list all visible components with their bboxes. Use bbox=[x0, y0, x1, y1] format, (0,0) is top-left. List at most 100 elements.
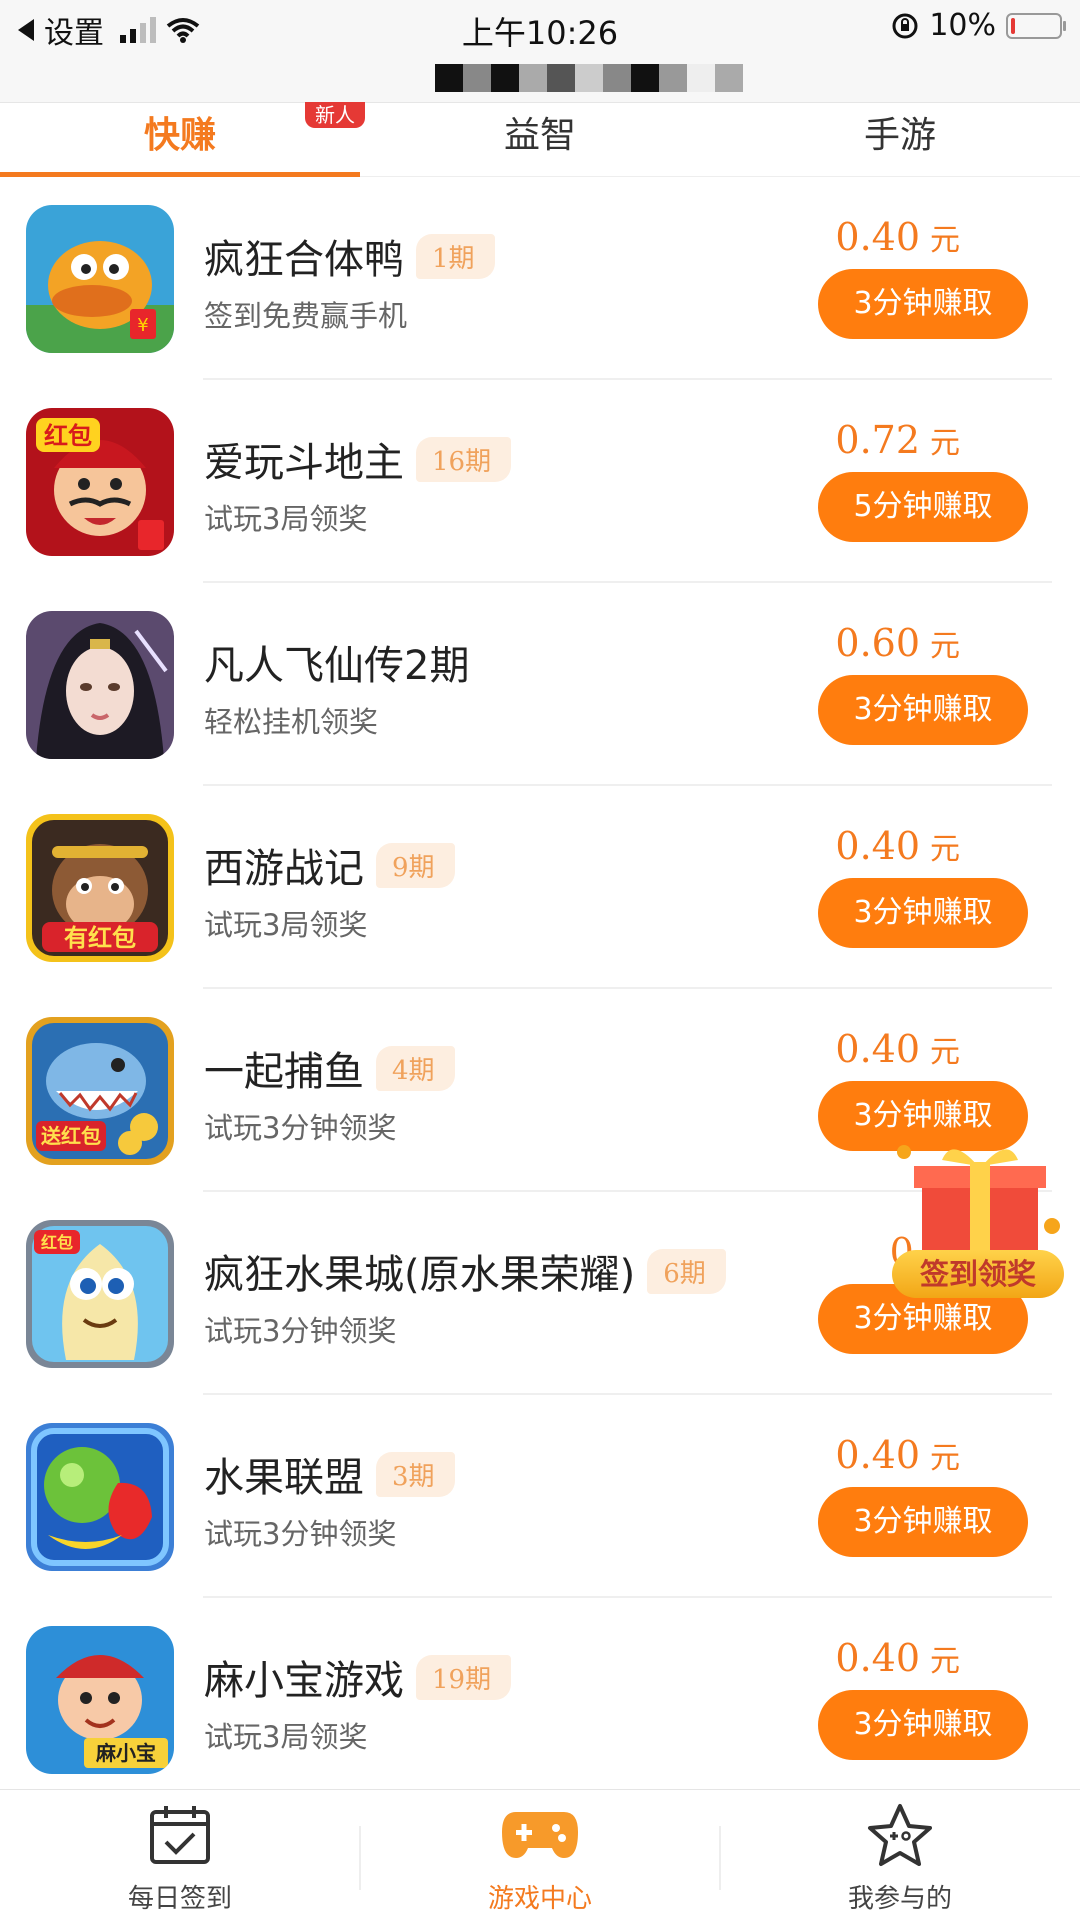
shark-icon[interactable]: 送红包 bbox=[26, 1017, 174, 1165]
url-bar bbox=[0, 60, 1080, 103]
sign-in-gift[interactable]: 签到领奖 bbox=[892, 1138, 1064, 1298]
period-badge: 9期 bbox=[376, 842, 455, 888]
nav-game-center[interactable]: 游戏中心 bbox=[360, 1790, 720, 1921]
game-title-row: 疯狂合体鸭 1期 bbox=[204, 227, 495, 285]
price-value: 0.72 bbox=[835, 418, 920, 462]
duck-icon[interactable]: ¥ bbox=[26, 205, 174, 353]
fairy-icon[interactable] bbox=[26, 611, 174, 759]
tab-label: 快赚 bbox=[143, 115, 216, 156]
price-value: 0.40 bbox=[835, 1636, 920, 1680]
mahjong-icon[interactable]: 麻小宝 bbox=[26, 1626, 174, 1774]
price-value: 0.40 bbox=[835, 1433, 920, 1477]
game-name: 西游战记 bbox=[204, 846, 364, 892]
game-description: 试玩3局领奖 bbox=[204, 908, 368, 942]
calendar-check-icon bbox=[150, 1806, 210, 1864]
reward-price: 0.60 元 bbox=[835, 621, 960, 665]
fruit-league-icon[interactable] bbox=[26, 1423, 174, 1571]
game-item[interactable]: ¥ 疯狂合体鸭 1期 签到免费赢手机 0.40 元 3分钟赚取 bbox=[0, 177, 1080, 380]
nav-my-participation[interactable]: 我参与的 bbox=[720, 1790, 1080, 1921]
game-description: 试玩3局领奖 bbox=[204, 1720, 368, 1754]
nav-label: 我参与的 bbox=[847, 1884, 952, 1914]
game-title-row: 一起捕鱼 4期 bbox=[204, 1039, 455, 1097]
game-title-row: 西游战记 9期 bbox=[204, 836, 455, 894]
earn-button[interactable]: 3分钟赚取 bbox=[818, 675, 1028, 745]
game-name: 爱玩斗地主 bbox=[204, 440, 404, 486]
game-item[interactable]: 有红包 西游战记 9期 试玩3局领奖 0.40 元 3分钟赚取 bbox=[0, 786, 1080, 989]
price-value: 0.40 bbox=[835, 215, 920, 259]
game-name: 水果联盟 bbox=[204, 1455, 364, 1501]
price-value: 0.40 bbox=[835, 824, 920, 868]
svg-text:¥: ¥ bbox=[137, 315, 148, 336]
svg-text:红包: 红包 bbox=[41, 1233, 73, 1252]
reward-price: 0.72 元 bbox=[835, 418, 960, 462]
gamepad-icon bbox=[502, 1812, 578, 1858]
tab-yizhi[interactable]: 益智 bbox=[360, 102, 720, 176]
price-unit: 元 bbox=[930, 832, 960, 867]
tab-label: 益智 bbox=[503, 115, 576, 156]
game-title-row: 疯狂水果城(原水果荣耀) 6期 bbox=[204, 1242, 726, 1300]
price-unit: 元 bbox=[930, 1644, 960, 1679]
tab-shouyou[interactable]: 手游 bbox=[720, 102, 1080, 176]
game-name: 凡人飞仙传2期 bbox=[204, 643, 470, 689]
svg-text:有红包: 有红包 bbox=[64, 924, 136, 952]
gift-label[interactable]: 签到领奖 bbox=[892, 1250, 1064, 1298]
gift-icon[interactable] bbox=[892, 1138, 1064, 1268]
price-unit: 元 bbox=[930, 1035, 960, 1070]
earn-button[interactable]: 3分钟赚取 bbox=[818, 1487, 1028, 1557]
game-title-row: 水果联盟 3期 bbox=[204, 1445, 455, 1503]
tab-bar: 快赚 新人 益智 手游 bbox=[0, 102, 1080, 177]
period-badge: 4期 bbox=[376, 1045, 455, 1091]
price-unit: 元 bbox=[930, 1441, 960, 1476]
svg-text:红包: 红包 bbox=[44, 422, 92, 450]
svg-text:麻小宝: 麻小宝 bbox=[95, 1741, 156, 1765]
tab-label: 手游 bbox=[863, 115, 936, 156]
game-name: 麻小宝游戏 bbox=[204, 1658, 404, 1704]
game-description: 试玩3分钟领奖 bbox=[204, 1111, 397, 1145]
reward-price: 0.40 元 bbox=[835, 824, 960, 868]
rotation-lock-icon bbox=[892, 13, 918, 38]
game-title-row: 爱玩斗地主 16期 bbox=[204, 430, 512, 488]
status-bar: 设置 上午10:26 10% bbox=[0, 0, 1080, 60]
svg-text:送红包: 送红包 bbox=[41, 1124, 101, 1148]
game-item[interactable]: 凡人飞仙传2期 轻松挂机领奖 0.60 元 3分钟赚取 bbox=[0, 583, 1080, 786]
period-badge: 6期 bbox=[647, 1248, 726, 1294]
price-unit: 元 bbox=[930, 426, 960, 461]
game-item[interactable]: 麻小宝 麻小宝游戏 19期 试玩3局领奖 0.40 元 3分钟赚取 bbox=[0, 1598, 1080, 1801]
price-value: 0.60 bbox=[835, 621, 920, 665]
nav-daily-signin[interactable]: 每日签到 bbox=[0, 1790, 360, 1921]
earn-button[interactable]: 3分钟赚取 bbox=[818, 269, 1028, 339]
game-description: 轻松挂机领奖 bbox=[204, 705, 379, 739]
earn-button[interactable]: 3分钟赚取 bbox=[818, 878, 1028, 948]
price-unit: 元 bbox=[930, 629, 960, 664]
game-name: 疯狂水果城(原水果荣耀) bbox=[204, 1252, 636, 1298]
period-badge: 1期 bbox=[416, 233, 495, 279]
battery-percent: 10% bbox=[929, 8, 996, 43]
earn-button[interactable]: 3分钟赚取 bbox=[818, 1690, 1028, 1760]
redacted-text bbox=[435, 64, 743, 92]
monkey-icon[interactable]: 有红包 bbox=[26, 814, 174, 962]
reward-price: 0.40 元 bbox=[835, 1433, 960, 1477]
game-item[interactable]: 水果联盟 3期 试玩3分钟领奖 0.40 元 3分钟赚取 bbox=[0, 1395, 1080, 1598]
period-badge: 3期 bbox=[376, 1451, 455, 1497]
battery-icon bbox=[1006, 12, 1066, 39]
earn-button[interactable]: 5分钟赚取 bbox=[818, 472, 1028, 542]
star-icon bbox=[868, 1804, 932, 1866]
period-badge: 19期 bbox=[416, 1654, 512, 1700]
game-description: 试玩3分钟领奖 bbox=[204, 1314, 397, 1348]
reward-price: 0.40 元 bbox=[835, 1636, 960, 1680]
status-right: 10% bbox=[891, 8, 1066, 43]
fruit-city-icon[interactable]: 红包 bbox=[26, 1220, 174, 1368]
battery-fill bbox=[1011, 17, 1015, 34]
game-item[interactable]: 红包 爱玩斗地主 16期 试玩3局领奖 0.72 元 5分钟赚取 bbox=[0, 380, 1080, 583]
game-description: 试玩3局领奖 bbox=[204, 502, 368, 536]
bottom-nav: 每日签到 游戏中心 我参与的 bbox=[0, 1789, 1080, 1921]
game-list: ¥ 疯狂合体鸭 1期 签到免费赢手机 0.40 元 3分钟赚取 红包 爱玩斗地主… bbox=[0, 177, 1080, 1801]
game-description: 签到免费赢手机 bbox=[204, 299, 408, 333]
new-user-badge: 新人 bbox=[305, 102, 365, 128]
landlord-icon[interactable]: 红包 bbox=[26, 408, 174, 556]
game-title-row: 麻小宝游戏 19期 bbox=[204, 1648, 512, 1706]
reward-price: 0.40 元 bbox=[835, 1027, 960, 1071]
game-name: 疯狂合体鸭 bbox=[204, 237, 404, 283]
nav-label: 游戏中心 bbox=[487, 1884, 592, 1914]
game-description: 试玩3分钟领奖 bbox=[204, 1517, 397, 1551]
